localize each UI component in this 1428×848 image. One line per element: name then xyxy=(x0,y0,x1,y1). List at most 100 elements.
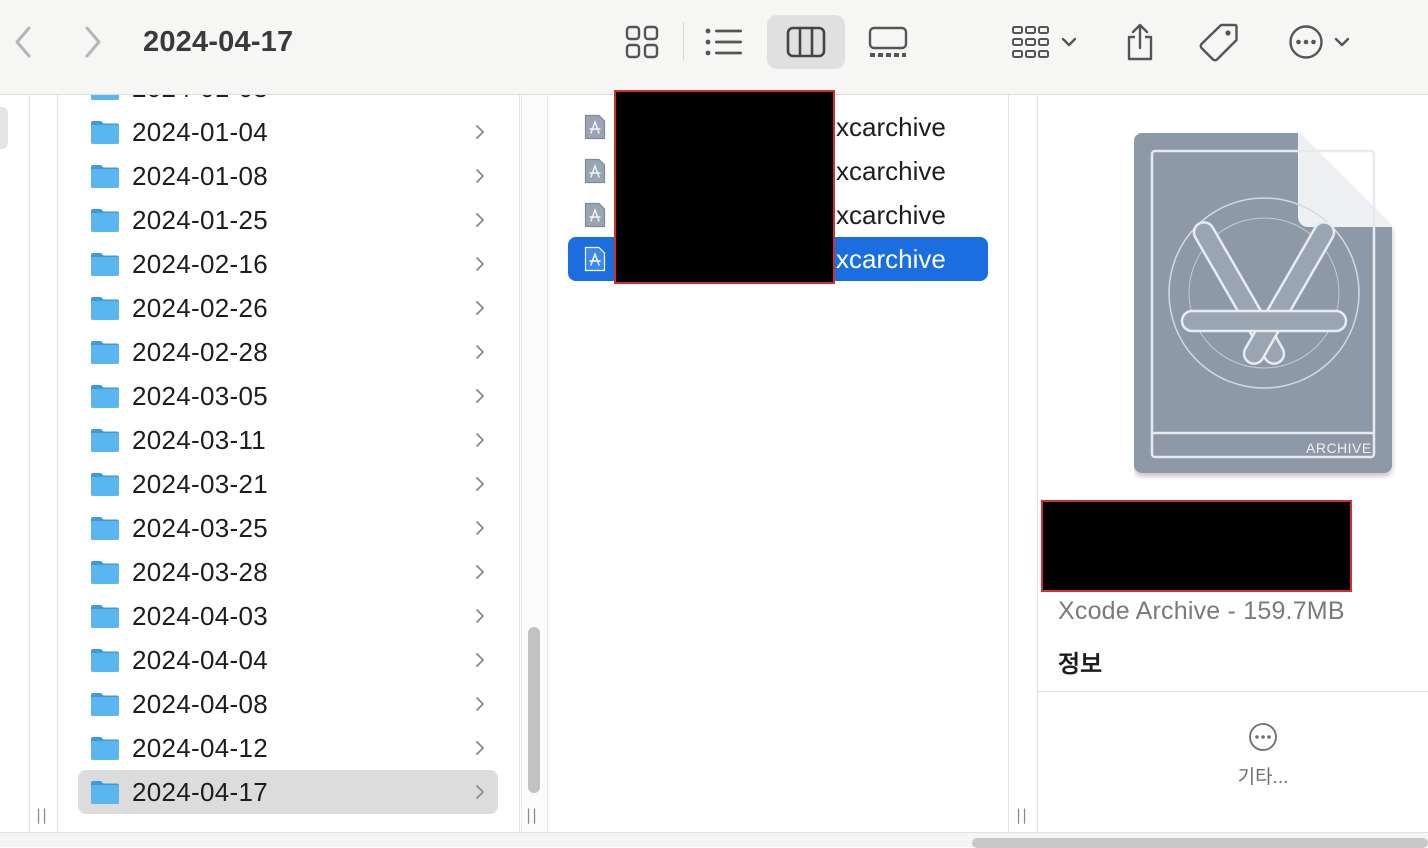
chevron-right-icon xyxy=(476,389,484,403)
folder-icon xyxy=(91,253,119,276)
folder-label: 2024-04-04 xyxy=(132,644,268,675)
folder-row[interactable]: 2024-01-25 xyxy=(78,198,498,242)
folder-icon xyxy=(91,209,119,232)
column-resize-handle[interactable]: || xyxy=(526,806,538,824)
folder-icon xyxy=(91,473,119,496)
chevron-right-icon xyxy=(85,26,101,58)
column-divider xyxy=(1008,95,1009,832)
chevron-right-icon xyxy=(470,95,490,98)
folder-icon xyxy=(91,95,119,100)
window-title: 2024-04-17 xyxy=(143,26,294,58)
file-kind-size: Xcode Archive - 159.7MB xyxy=(1058,597,1345,625)
more-actions-preview-button[interactable]: 기타... xyxy=(1222,722,1304,804)
folder-label: 2024-01-03 xyxy=(132,95,470,104)
tag-icon xyxy=(1199,23,1238,62)
forward-button[interactable] xyxy=(76,22,110,62)
chevron-down-icon xyxy=(1334,37,1350,47)
column-resize-handle[interactable]: || xyxy=(1016,806,1028,824)
previous-column-selection[interactable] xyxy=(0,107,8,149)
folder-row[interactable]: 2024-04-17 xyxy=(78,770,498,814)
previous-column-edge xyxy=(0,95,10,832)
share-button[interactable] xyxy=(1112,15,1168,69)
file-label: xcarchive xyxy=(836,155,946,186)
folder-icon xyxy=(91,517,119,540)
folders-scrollbar[interactable] xyxy=(521,95,546,832)
chevron-right-icon xyxy=(476,785,484,799)
chevron-right-icon xyxy=(476,609,484,623)
folder-row[interactable]: 2024-04-03 xyxy=(78,594,498,638)
folder-row[interactable]: 2024-01-08 xyxy=(78,154,498,198)
gallery-icon xyxy=(868,26,908,57)
folder-label: 2024-03-28 xyxy=(132,556,268,587)
info-separator xyxy=(1038,691,1428,692)
folder-label: 2024-01-25 xyxy=(132,204,268,235)
folder-label: 2024-03-21 xyxy=(132,468,268,499)
folder-label: 2024-02-16 xyxy=(132,248,268,279)
folder-icon xyxy=(91,429,119,452)
ellipsis-circle-icon xyxy=(1289,25,1323,59)
list-icon xyxy=(705,28,742,56)
info-heading: 정보 xyxy=(1058,651,1103,678)
back-button[interactable] xyxy=(6,22,40,62)
icon-view-button[interactable] xyxy=(603,15,681,69)
chevron-right-icon xyxy=(476,697,484,711)
chevron-right-icon xyxy=(476,741,484,755)
folder-row[interactable]: 2024-03-05 xyxy=(78,374,498,418)
group-button[interactable] xyxy=(1003,15,1087,69)
chevron-right-icon xyxy=(476,345,484,359)
archive-badge: ARCHIVE xyxy=(1306,440,1372,456)
redacted-filenames xyxy=(614,90,835,284)
redacted-file-name xyxy=(1041,500,1352,592)
folder-row[interactable]: 2024-04-12 xyxy=(78,726,498,770)
column-divider xyxy=(29,95,30,832)
folder-row[interactable]: 2024-02-28 xyxy=(78,330,498,374)
ellipsis-circle-icon xyxy=(1249,723,1277,751)
other-label: 기타... xyxy=(1237,767,1289,788)
xcarchive-file-icon xyxy=(584,158,606,184)
folder-row[interactable]: 2024-01-04 xyxy=(78,110,498,154)
file-label: xcarchive xyxy=(836,111,946,142)
chevron-right-icon xyxy=(476,521,484,535)
folder-label: 2024-03-25 xyxy=(132,512,268,543)
share-icon xyxy=(1127,23,1153,61)
folder-label: 2024-04-17 xyxy=(132,776,268,807)
folder-row[interactable]: 2024-04-04 xyxy=(78,638,498,682)
chevron-right-icon xyxy=(476,433,484,447)
group-icon xyxy=(1012,26,1049,58)
file-label: xcarchive xyxy=(836,199,946,230)
folder-row[interactable]: 2024-02-16 xyxy=(78,242,498,286)
chevron-right-icon xyxy=(476,125,484,139)
folder-label: 2024-01-04 xyxy=(132,116,268,147)
xcarchive-file-icon xyxy=(584,114,606,140)
folder-icon xyxy=(91,693,119,716)
folder-label: 2024-04-12 xyxy=(132,732,268,763)
folder-label: 2024-04-08 xyxy=(132,688,268,719)
scrollbar-thumb[interactable] xyxy=(528,627,540,793)
folder-icon xyxy=(91,781,119,804)
folder-icon xyxy=(91,737,119,760)
folder-row[interactable]: 2024-03-21 xyxy=(78,462,498,506)
gallery-view-button[interactable] xyxy=(849,15,927,69)
list-view-button[interactable] xyxy=(685,15,763,69)
folder-icon xyxy=(91,649,119,672)
toolbar: 2024-04-17 xyxy=(0,0,1428,95)
folder-row[interactable]: 2024-04-08 xyxy=(78,682,498,726)
folder-row[interactable]: 2024-02-26 xyxy=(78,286,498,330)
chevron-right-icon xyxy=(476,301,484,315)
horizontal-scrollbar-thumb[interactable] xyxy=(972,838,1428,848)
chevron-right-icon xyxy=(476,477,484,491)
folder-row[interactable]: 2024-01-03 xyxy=(78,95,498,110)
chevron-right-icon xyxy=(476,565,484,579)
folder-icon xyxy=(91,121,119,144)
folder-row[interactable]: 2024-03-25 xyxy=(78,506,498,550)
folder-row[interactable]: 2024-03-11 xyxy=(78,418,498,462)
more-actions-button[interactable] xyxy=(1278,15,1362,69)
folder-row[interactable]: 2024-03-28 xyxy=(78,550,498,594)
chevron-right-icon xyxy=(476,257,484,271)
column-resize-handle[interactable]: || xyxy=(36,806,48,824)
folder-icon xyxy=(91,385,119,408)
chevron-down-icon xyxy=(1061,37,1077,47)
grid-icon xyxy=(625,25,659,59)
tag-button[interactable] xyxy=(1190,15,1248,69)
column-view-button[interactable] xyxy=(767,15,845,69)
